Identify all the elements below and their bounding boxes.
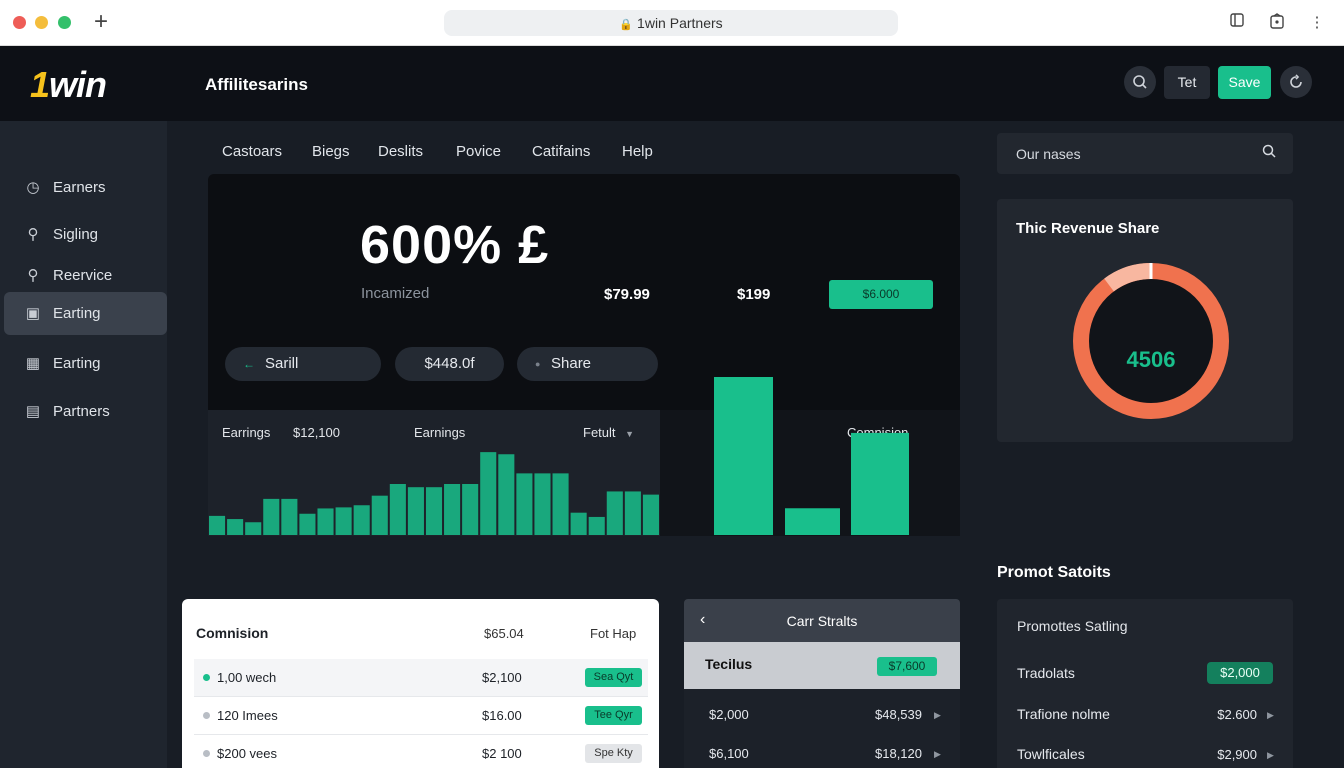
lock-icon: 🔒 bbox=[619, 19, 634, 31]
amount-pill[interactable]: $448.0f bbox=[395, 347, 504, 381]
table-row[interactable]: 1,00 wech $2,100 Sea Qyt bbox=[194, 659, 648, 697]
sarill-pill[interactable]: ← Sarill bbox=[225, 347, 381, 381]
search-placeholder: Our nases bbox=[1016, 146, 1081, 162]
tet-button[interactable]: Tet bbox=[1164, 66, 1210, 99]
chevron-right-icon[interactable]: ▶ bbox=[1267, 710, 1274, 721]
promo-row-name[interactable]: Tradolats bbox=[1017, 665, 1075, 681]
stats-title: Carr Stralts bbox=[786, 613, 858, 629]
browser-chrome: + 🔒 1win Partners ⋮ bbox=[0, 0, 1344, 46]
tab-help[interactable]: Help bbox=[622, 143, 653, 160]
search-icon: ⚲ bbox=[27, 226, 39, 243]
search-icon bbox=[1133, 75, 1147, 89]
more-menu-icon[interactable]: ⋮ bbox=[1309, 13, 1325, 31]
chevron-right-icon[interactable]: ▶ bbox=[1267, 750, 1274, 761]
promo-row-value: $2.600 bbox=[1217, 707, 1257, 722]
hero-subtitle: Incamized bbox=[361, 285, 430, 302]
promo-row-chip[interactable]: $2,000 bbox=[1207, 662, 1273, 684]
sidebar-item-reervice[interactable]: ⚲ Reervice bbox=[4, 254, 167, 297]
earnings-label: Earrings bbox=[222, 425, 271, 440]
stats-row-right: $48,539 bbox=[875, 707, 922, 722]
page-title: Affilitesarins bbox=[205, 75, 308, 94]
stats-row-left: $2,000 bbox=[709, 707, 749, 722]
revenue-share-title: Thic Revenue Share bbox=[1016, 220, 1160, 237]
commission-table-title: Comnision bbox=[196, 625, 269, 641]
earnings-label-2: Earnings bbox=[414, 425, 466, 440]
briefcase-icon: ▤ bbox=[25, 403, 41, 420]
search-icon[interactable] bbox=[1262, 144, 1276, 161]
wallet-icon[interactable] bbox=[1269, 13, 1285, 31]
save-button[interactable]: Save bbox=[1218, 66, 1271, 99]
dot-icon: ● bbox=[535, 359, 541, 369]
minimize-window-button[interactable] bbox=[35, 16, 48, 29]
tab-povice[interactable]: Povice bbox=[456, 143, 501, 160]
commission-table: Comnision $65.04 Fot Hap 1,00 wech $2,10… bbox=[182, 599, 659, 768]
promo-row-name[interactable]: Trafione nolme bbox=[1017, 706, 1110, 722]
sidebar-item-sigling[interactable]: ⚲ Sigling bbox=[4, 213, 167, 256]
sidebar-item-earting-active[interactable]: ▣ Earting bbox=[4, 292, 167, 335]
tab-castoars[interactable]: Castoars bbox=[222, 143, 282, 160]
commission-table-header-3: Fot Hap bbox=[590, 626, 637, 641]
stats-highlight-chip[interactable]: $7,600 bbox=[877, 657, 937, 676]
hero-value-2: $199 bbox=[737, 286, 771, 303]
filter-dropdown[interactable]: Fetult ▼ bbox=[583, 425, 634, 440]
share-pill[interactable]: ● Share bbox=[517, 347, 658, 381]
search-button[interactable] bbox=[1124, 66, 1156, 98]
maximize-window-button[interactable] bbox=[58, 16, 71, 29]
clock-icon: ◷ bbox=[26, 179, 40, 196]
wallet-icon: ▣ bbox=[25, 305, 41, 322]
revenue-center-value: 4506 bbox=[1126, 347, 1176, 372]
hero-amount-chip[interactable]: $6.000 bbox=[829, 280, 933, 309]
stats-row-right: $18,120 bbox=[875, 746, 922, 761]
stats-row-left: $6,100 bbox=[709, 746, 749, 761]
table-row[interactable]: 120 Imees $16.00 Tee Qyr bbox=[194, 697, 648, 735]
address-bar[interactable]: 🔒 1win Partners bbox=[444, 10, 898, 36]
promo-row-name[interactable]: Towlficales bbox=[1017, 746, 1085, 762]
commission-chart-panel bbox=[660, 410, 960, 536]
commission-table-header-2: $65.04 bbox=[484, 626, 524, 641]
arrow-left-icon: ← bbox=[243, 357, 255, 371]
stats-highlight-label: Tecilus bbox=[705, 656, 753, 672]
promo-section-title: Promot Satoits bbox=[997, 564, 1111, 581]
status-dot bbox=[203, 674, 210, 681]
sidebar-toggle-icon[interactable] bbox=[1229, 13, 1245, 31]
earnings-value: $12,100 bbox=[293, 425, 340, 440]
address-text: 1win Partners bbox=[637, 15, 723, 31]
key-icon: ⚲ bbox=[27, 267, 39, 284]
promo-subtitle: Promottes Satling bbox=[1017, 618, 1128, 634]
chevron-down-icon: ▼ bbox=[625, 429, 635, 439]
new-tab-icon[interactable]: + bbox=[94, 10, 108, 34]
sidebar-item-earting[interactable]: ▦ Earting bbox=[4, 342, 167, 385]
app-header: 1win Affilitesarins Tet Save bbox=[0, 46, 1344, 121]
tab-catifains[interactable]: Catifains bbox=[532, 143, 590, 160]
hero-value-1: $79.99 bbox=[604, 286, 650, 303]
sidebar-item-earners[interactable]: ◷ Earners bbox=[4, 166, 167, 209]
status-badge[interactable]: Sea Qyt bbox=[585, 668, 642, 687]
close-window-button[interactable] bbox=[13, 16, 26, 29]
table-row[interactable]: $200 vees $2 100 Spe Kty bbox=[194, 735, 648, 768]
refresh-icon bbox=[1290, 74, 1302, 88]
revenue-donut bbox=[1073, 263, 1229, 419]
tab-biegs[interactable]: Biegs bbox=[312, 143, 350, 160]
status-badge[interactable]: Tee Qyr bbox=[585, 706, 642, 725]
profile-button[interactable] bbox=[1280, 66, 1312, 98]
promo-row-value: $2,900 bbox=[1217, 747, 1257, 762]
tab-deslits[interactable]: Deslits bbox=[378, 143, 423, 160]
status-badge[interactable]: Spe Kty bbox=[585, 744, 642, 763]
chevron-right-icon[interactable]: ▶ bbox=[934, 749, 941, 760]
commission-chart-label: Comnision bbox=[847, 425, 909, 440]
sidebar-item-partners[interactable]: ▤ Partners bbox=[4, 390, 167, 433]
brand-logo[interactable]: 1win bbox=[30, 64, 107, 106]
building-icon: ▦ bbox=[25, 355, 41, 372]
chevron-right-icon[interactable]: ▶ bbox=[934, 710, 941, 721]
status-dot bbox=[203, 750, 210, 757]
status-dot bbox=[203, 712, 210, 719]
commission-rate: 600% £ bbox=[360, 215, 550, 275]
